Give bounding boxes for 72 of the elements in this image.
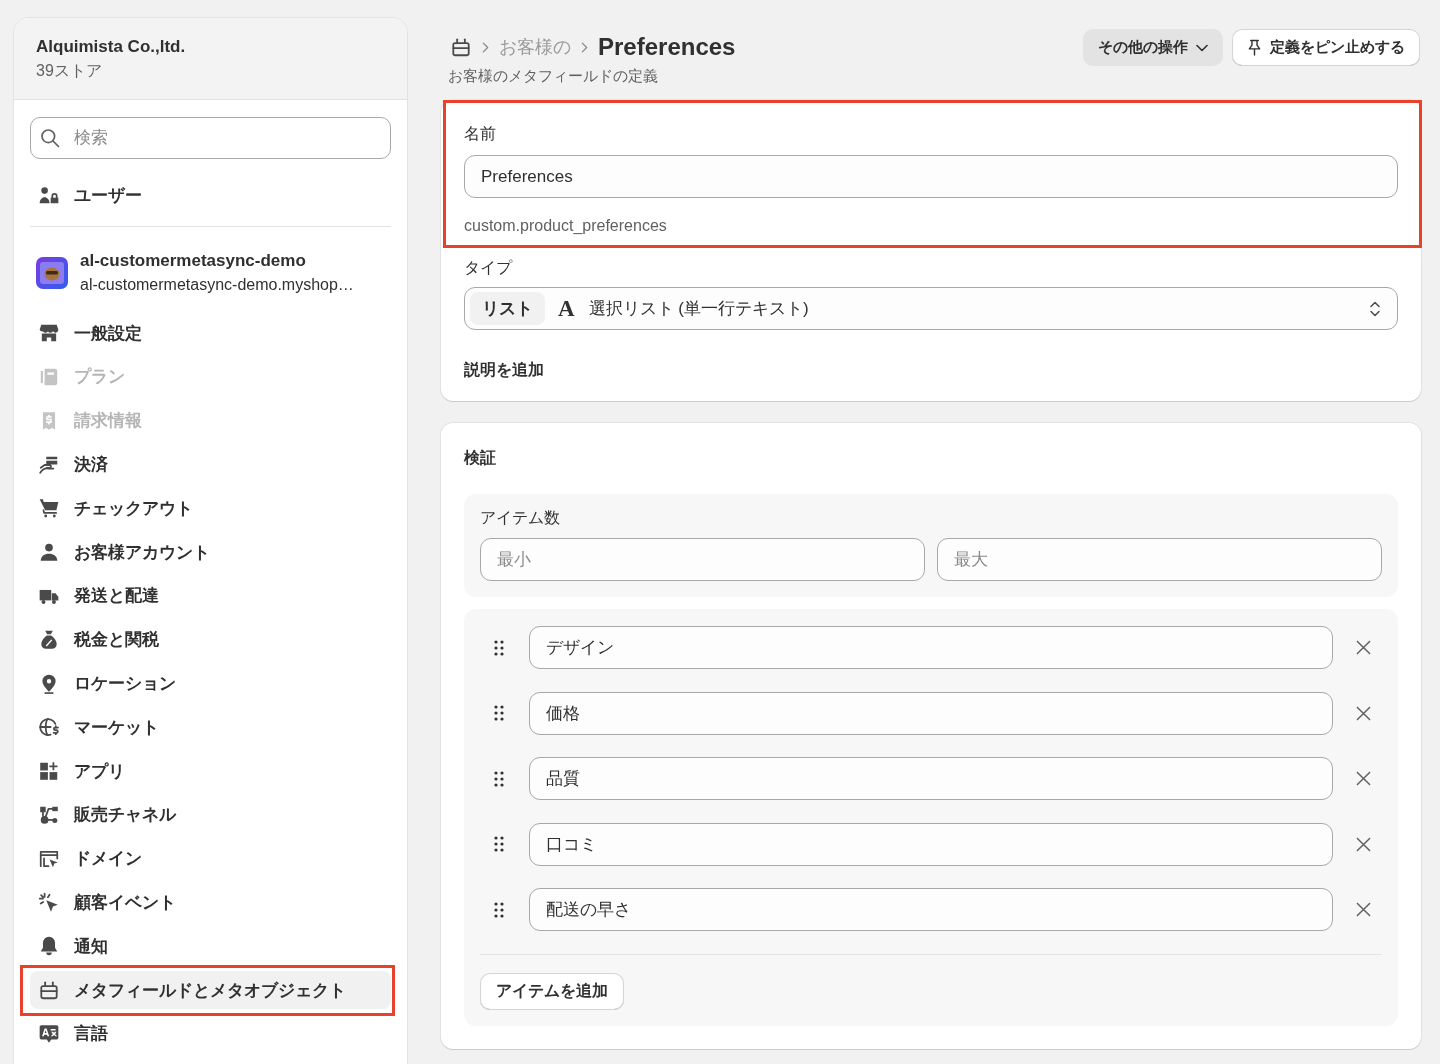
type-value: 選択リスト (単一行テキスト): [588, 298, 809, 320]
sidebar-item[interactable]: チェックアウト: [30, 489, 391, 528]
sidebar-item[interactable]: ドメイン: [30, 839, 391, 878]
min-input[interactable]: 最小: [480, 538, 925, 581]
cursor-click-icon: [38, 891, 60, 914]
document-icon: [38, 366, 60, 388]
choice-input[interactable]: 配送の早さ: [529, 888, 1333, 931]
section-title: 検証: [464, 448, 497, 468]
list-tag: リスト: [470, 292, 545, 325]
add-item-button[interactable]: アイテムを追加: [480, 973, 624, 1010]
choice-input[interactable]: 品質: [529, 757, 1333, 800]
sidebar-item[interactable]: ロケーション: [30, 664, 391, 703]
add-description-link[interactable]: 説明を追加: [464, 359, 544, 381]
more-actions-button[interactable]: その他の操作: [1083, 29, 1223, 66]
close-icon: [1355, 705, 1371, 721]
store-name[interactable]: al-customermetasync-demo: [80, 250, 354, 272]
sidebar-item[interactable]: 顧客イベント: [30, 883, 391, 922]
max-input[interactable]: 最大: [937, 538, 1382, 581]
close-icon: [1355, 771, 1371, 786]
pin-icon: [1247, 39, 1262, 56]
field-label: アイテム数: [480, 508, 561, 528]
drag-handle-icon[interactable]: [494, 705, 504, 721]
sidebar-item[interactable]: 言語: [30, 1014, 391, 1053]
close-icon: [1355, 640, 1371, 655]
organization-name: Alquimista Co.,ltd.: [36, 36, 187, 58]
money-bag-icon: [38, 628, 60, 651]
pin-button[interactable]: 定義をピン止めする: [1232, 29, 1420, 66]
page-subtitle: お客様のメタフィールドの定義: [448, 67, 659, 86]
drag-handle-icon[interactable]: [494, 901, 504, 918]
namespace-key: custom.product_preferences: [464, 216, 1398, 236]
bell-icon: [38, 935, 60, 958]
store-logo-icon[interactable]: [36, 257, 68, 289]
name-input[interactable]: Preferences: [464, 155, 1398, 198]
sidebar-item[interactable]: 販売チャネル: [30, 795, 391, 834]
updown-chevron-icon: [1369, 299, 1381, 318]
sidebar-item[interactable]: マーケット: [30, 708, 391, 747]
store-count: 39ストア: [36, 61, 103, 81]
close-icon: [1355, 836, 1371, 852]
chevron-right-icon: [581, 41, 588, 53]
apps-grid-icon: [38, 760, 60, 783]
sidebar-item[interactable]: 税金と関税: [30, 620, 391, 659]
page-title: Preferences: [598, 32, 736, 62]
field-label: タイプ: [464, 258, 514, 278]
text-type-icon: A: [558, 296, 575, 321]
field-label: 名前: [464, 124, 497, 144]
calendar-icon: [38, 979, 60, 1002]
choice-input[interactable]: 価格: [529, 691, 1333, 735]
drag-handle-icon[interactable]: [494, 836, 504, 852]
sidebar-item[interactable]: アプリ: [30, 752, 391, 791]
calendar-icon[interactable]: [450, 36, 472, 58]
chevron-right-icon: [482, 41, 489, 53]
store-domain: al-customermetasync-demo.myshop…: [80, 275, 354, 295]
type-select[interactable]: リスト A 選択リスト (単一行テキスト): [464, 287, 1398, 330]
translate-icon: [38, 1022, 60, 1045]
search-icon: [40, 128, 60, 148]
search-field[interactable]: 検索: [30, 117, 391, 159]
sidebar-item[interactable]: 一般設定: [30, 314, 391, 353]
sidebar-item[interactable]: 通知: [30, 927, 391, 966]
sidebar-item[interactable]: お客様アカウント: [30, 533, 391, 572]
sidebar-item[interactable]: 決済: [30, 445, 391, 484]
sidebar-item[interactable]: ユーザー: [30, 176, 391, 214]
drag-handle-icon[interactable]: [494, 639, 504, 656]
user-lock-icon: [38, 184, 60, 206]
person-icon: [38, 541, 60, 564]
caret-down-icon: [1196, 43, 1208, 52]
globe-dollar-icon: [38, 716, 60, 739]
cart-icon: [38, 497, 60, 520]
sidebar-item[interactable]: 発送と配達: [30, 576, 391, 615]
close-icon: [1355, 902, 1371, 917]
choice-input[interactable]: 口コミ: [529, 822, 1333, 866]
drag-handle-icon[interactable]: [494, 770, 504, 787]
choice-input[interactable]: デザイン: [529, 626, 1333, 669]
